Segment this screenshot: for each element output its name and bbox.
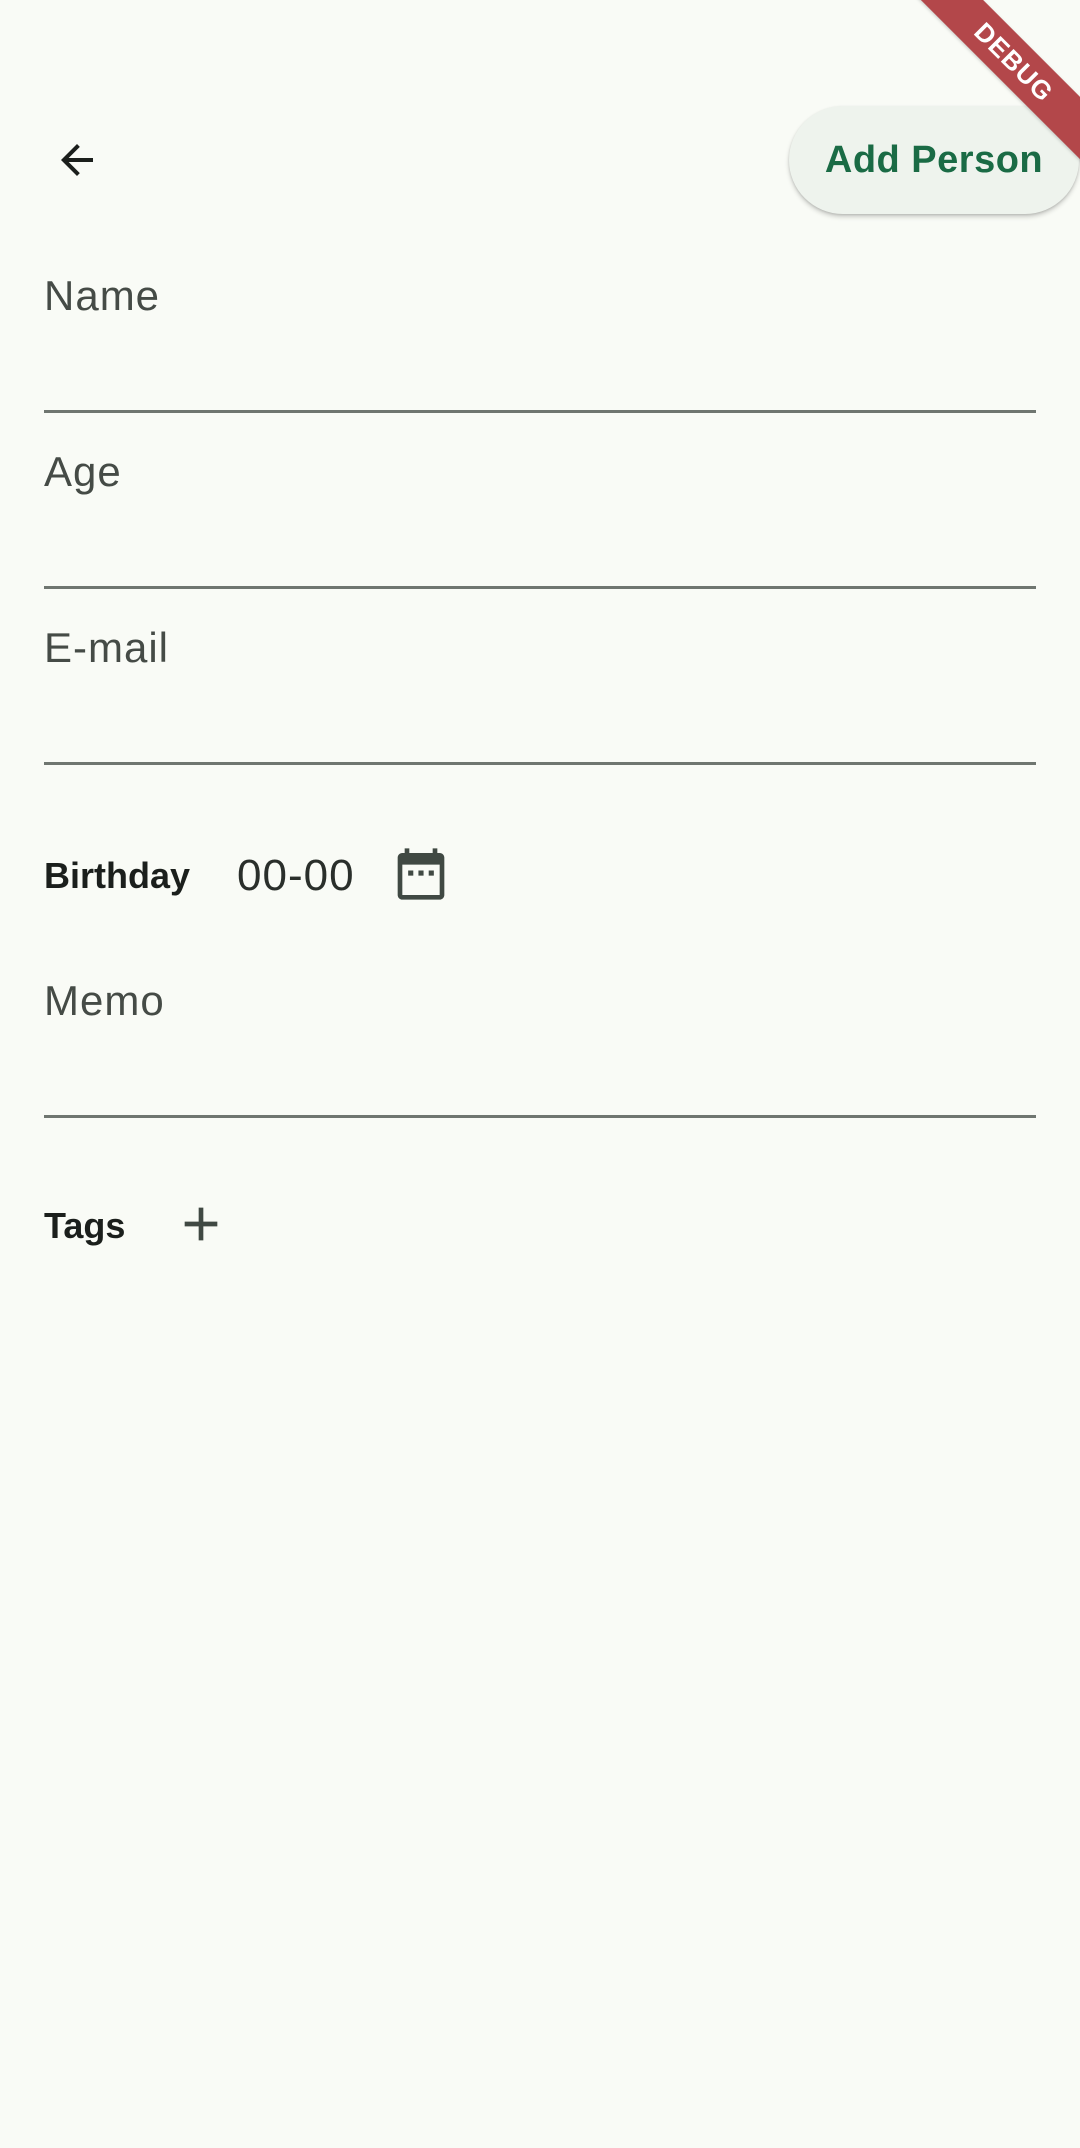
add-tag-button[interactable] (165, 1190, 237, 1262)
birthday-picker-button[interactable] (385, 840, 457, 912)
memo-field-label: Memo (44, 977, 165, 1024)
email-field[interactable]: E-mail (44, 589, 1036, 765)
name-field-label: Name (44, 272, 161, 319)
email-field-underline (44, 762, 1036, 765)
birthday-value: 00-00 (237, 851, 355, 900)
age-field[interactable]: Age (44, 413, 1036, 589)
name-field[interactable]: Name (44, 237, 1036, 413)
add-person-button[interactable]: Add Person (789, 106, 1079, 214)
memo-field[interactable]: Memo (44, 942, 1036, 1118)
email-field-label: E-mail (44, 624, 170, 671)
age-field-label: Age (44, 448, 122, 495)
back-button[interactable] (33, 116, 121, 204)
calendar-icon (393, 846, 449, 907)
tags-row: Tags (44, 1190, 237, 1262)
birthday-row: Birthday 00-00 (44, 840, 457, 912)
tags-label: Tags (44, 1205, 126, 1246)
memo-field-underline (44, 1115, 1036, 1118)
birthday-label: Birthday (44, 855, 191, 896)
plus-icon (173, 1196, 229, 1257)
arrow-back-icon (53, 136, 101, 184)
